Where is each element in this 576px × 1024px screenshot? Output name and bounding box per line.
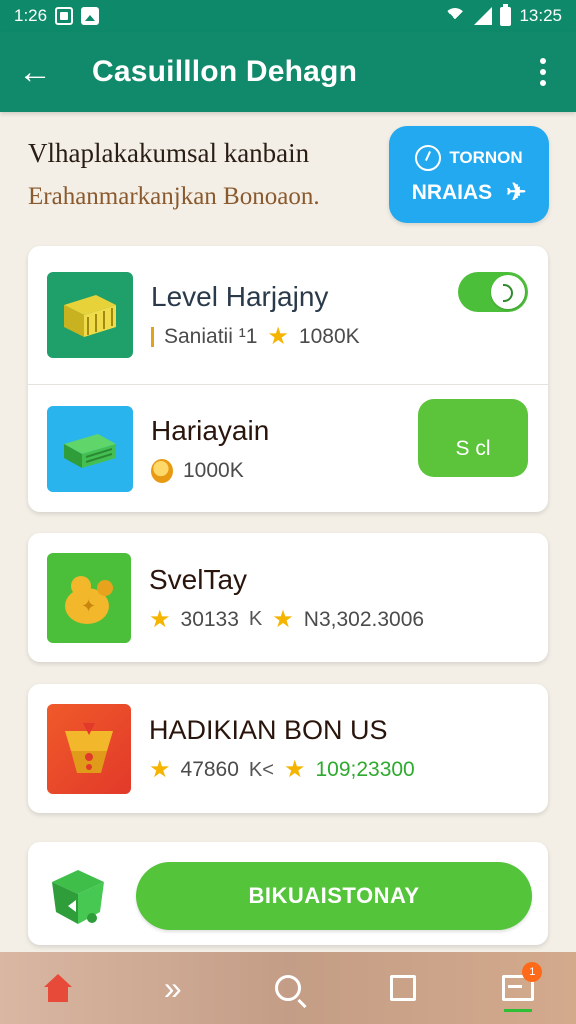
recycle-box-icon	[46, 858, 110, 930]
nav-inbox[interactable]: 1	[488, 958, 548, 1018]
list-item-hariayain[interactable]: Hariayain 1000K S cl	[28, 385, 548, 512]
item-meta-value: 1000K	[183, 458, 244, 482]
app-title: Casuilllon Dehagn	[92, 55, 358, 88]
active-indicator	[504, 1009, 533, 1012]
status-time-left: 1:26	[14, 6, 48, 25]
notification-box-icon	[55, 7, 74, 25]
item-title: SvelTay	[149, 563, 248, 595]
status-bar: 1:26 13:25	[0, 0, 576, 32]
star-icon: ★	[272, 605, 294, 633]
bar-icon	[151, 327, 154, 347]
item-meta-sep: K<	[248, 758, 274, 781]
notification-badge: 1	[522, 962, 543, 982]
status-time-right: 13:25	[519, 6, 562, 25]
photo-icon	[81, 7, 100, 25]
item-meta: Saniatii ¹1 ★ 1080K	[151, 325, 548, 349]
plane-icon: ✈	[506, 178, 527, 206]
promo-line-2: Erahanmarkanjkan Bonoaon.	[28, 183, 320, 210]
wifi-icon	[444, 8, 467, 30]
item-meta-value-2: N3,302.3006	[303, 607, 425, 631]
status-left: 1:26	[14, 6, 100, 26]
star-icon: ★	[283, 756, 306, 783]
promo-button-top-label: TORNON	[449, 147, 523, 167]
nav-search[interactable]	[258, 958, 318, 1018]
promo-button-bottom-label: NRAIAS	[411, 180, 493, 204]
money-bag-icon: ✦	[47, 552, 131, 643]
item-meta-value-2: 109;23300	[315, 758, 415, 781]
item-title: HADIKIAN BON US	[149, 715, 388, 745]
gift-box-icon	[47, 703, 131, 794]
item-meta: ★ 47860 K< ★ 109;23300	[149, 758, 548, 782]
promo-button-top: TORNON	[415, 144, 523, 171]
item-meta-label: Saniatii ¹1	[164, 325, 258, 348]
coin-icon	[151, 458, 173, 483]
item-meta: ★ 30133 K ★ N3,302.3006	[149, 605, 548, 633]
back-arrow-icon[interactable]: ←	[18, 55, 66, 89]
list-item-level[interactable]: Level Harjajny Saniatii ¹1 ★ 1080K	[28, 246, 548, 384]
cta-button[interactable]: BIKUAISTONAY	[136, 862, 532, 930]
battery-icon	[500, 3, 512, 26]
list-item-text: SvelTay ★ 30133 K ★ N3,302.3006	[149, 564, 548, 632]
crate-icon	[47, 272, 133, 358]
cash-icon	[47, 405, 133, 492]
square-icon	[390, 975, 417, 1001]
signal-icon	[474, 7, 493, 25]
search-icon	[274, 975, 301, 1001]
list-item-sveltay[interactable]: ✦ SvelTay ★ 30133 K ★ N3,302.3006	[28, 533, 548, 662]
item-meta-value-1: 30133	[180, 607, 239, 631]
list-item-text: HADIKIAN BON US ★ 47860 K< ★ 109;23300	[149, 715, 548, 782]
app-bar: ← Casuilllon Dehagn	[0, 32, 576, 112]
item-meta-value-1: 47860	[180, 758, 239, 781]
forward-icon: »	[163, 970, 182, 1006]
list-item-bonus[interactable]: HADIKIAN BON US ★ 47860 K< ★ 109;23300	[28, 684, 548, 813]
home-icon	[43, 974, 72, 1002]
item-meta-sep: K	[248, 608, 263, 630]
list-item-row: HADIKIAN BON US ★ 47860 K< ★ 109;23300	[28, 684, 548, 813]
item-meta-value: 1080K	[298, 325, 360, 348]
status-right: 13:25	[444, 3, 562, 30]
svg-text:✦: ✦	[81, 596, 96, 617]
promo-button-bottom: NRAIAS ✈	[411, 178, 527, 206]
star-icon: ★	[149, 605, 171, 633]
star-icon: ★	[267, 323, 289, 350]
star-icon: ★	[149, 756, 171, 783]
sell-button[interactable]: S cl	[418, 399, 528, 477]
nav-home[interactable]	[28, 958, 88, 1018]
toggle-knob	[491, 275, 525, 309]
list-item-row: ✦ SvelTay ★ 30133 K ★ N3,302.3006	[28, 533, 548, 662]
clock-icon	[415, 144, 442, 171]
more-vert-icon[interactable]	[528, 58, 558, 86]
level-card: Level Harjajny Saniatii ¹1 ★ 1080K Haria…	[28, 246, 548, 512]
promo-text: Vlhaplakakumsal kanbain Erahanmarkanjkan…	[28, 138, 378, 211]
nav-square[interactable]	[373, 958, 433, 1018]
bottom-nav: » 1	[0, 952, 576, 1024]
level-toggle[interactable]	[458, 272, 528, 312]
nav-forward[interactable]: »	[143, 958, 203, 1018]
promo-button[interactable]: TORNON NRAIAS ✈	[389, 126, 549, 223]
promo-line-1: Vlhaplakakumsal kanbain	[28, 138, 310, 168]
